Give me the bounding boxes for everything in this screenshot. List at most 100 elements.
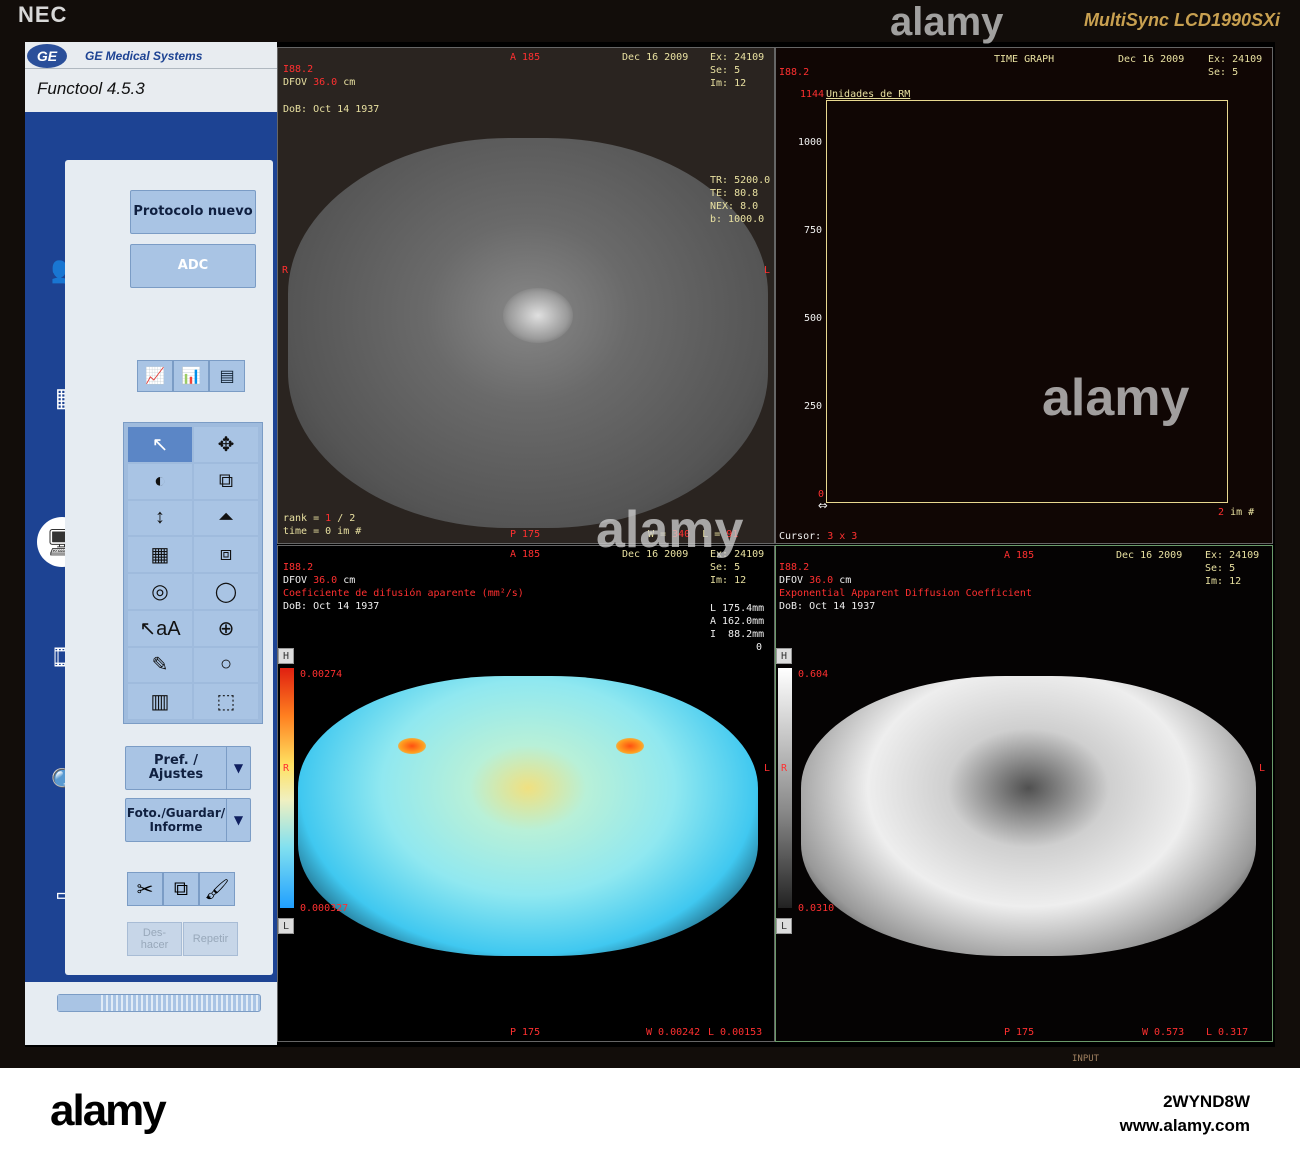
orientation-right: R [283, 763, 290, 774]
low-handle[interactable]: L [776, 918, 792, 934]
dfov-unit: cm [343, 575, 356, 586]
redo-button[interactable]: Repetir [183, 922, 238, 956]
scrollbar-thumb[interactable] [58, 995, 98, 1011]
exam-number: Ex: 24109 [1208, 54, 1263, 65]
time: time = 0 im # [283, 526, 362, 537]
roi-rectangle-icon[interactable]: ⬚ [194, 684, 258, 719]
scale-low-value: 0.0310 [798, 903, 835, 914]
time-graph-plot[interactable] [826, 100, 1228, 503]
layout-icon[interactable]: ▥ [128, 684, 192, 719]
flip-vertical-icon[interactable]: ↕ [128, 500, 192, 536]
grid-icon[interactable]: ▦ [128, 537, 192, 572]
horizontal-resize-icon[interactable]: ⇔ [818, 497, 828, 513]
left-panel: GE GE Medical Systems Functool 4.5.3 👥 ▦… [25, 42, 277, 1045]
ge-logo: GE [27, 44, 67, 68]
y-tick: 1000 [798, 137, 823, 148]
nex: NEX: 8.0 [710, 201, 759, 212]
dfov: DFOV 36.0 cm [283, 574, 355, 587]
symmetry-icon[interactable]: ◯ [194, 574, 258, 609]
cursor-size: Cursor: 3 x 3 [779, 530, 857, 543]
roi-circle-icon[interactable]: ○ [194, 647, 258, 683]
orientation-top: A 185 [510, 549, 541, 560]
dfov-unit: cm [343, 77, 356, 88]
preferences-button[interactable]: Pref. / Ajustes ▼ [125, 746, 251, 790]
cut-icon[interactable]: ✂ [127, 872, 163, 906]
high-handle[interactable]: H [776, 648, 792, 664]
orientation-bottom: P 175 [510, 529, 541, 540]
watermark: alamy [596, 501, 744, 559]
slice-location: I88.2 [779, 562, 810, 573]
measure-zero: 0 [756, 642, 763, 653]
viewport-adc-map[interactable]: H L 0.00274 0.000327 I88.2 DFOV 36.0 cm … [277, 545, 775, 1042]
slice-location: I88.2 [779, 67, 810, 78]
table-icon[interactable]: ▤ [209, 360, 245, 392]
pointer-icon[interactable]: ↖ [128, 427, 192, 462]
roi-ellipse-icon[interactable]: ⊕ [194, 610, 258, 646]
dob: DoB: Oct 14 1937 [779, 601, 876, 612]
viewport-eadc-map[interactable]: H L 0.604 0.0310 I88.2 DFOV 36.0 cm Expo… [775, 545, 1273, 1042]
zoom-region-icon[interactable]: ⧉ [194, 463, 258, 499]
view-mode-toolbar: 📈 📊 ▤ [137, 360, 245, 392]
viewport-dwi[interactable]: I88.2 DFOV 36.0 cm DoB: Oct 14 1937 A 18… [277, 47, 775, 544]
dwi-image [288, 138, 768, 528]
dfov-label: DFOV [779, 575, 804, 586]
annotate-text-icon[interactable]: ↖aA [128, 610, 192, 646]
cursor-label: Cursor: [779, 531, 822, 542]
dfov-value: 36.0 [313, 575, 338, 586]
slice-location: I88.2 [283, 562, 314, 573]
series-number: Se: 5 [710, 65, 741, 76]
rank: rank = 1 / 2 [283, 512, 355, 525]
chevron-down-icon[interactable]: ▼ [226, 799, 250, 841]
graph-title: TIME GRAPH [994, 54, 1055, 65]
roi-eye-icon[interactable]: ◎ [128, 574, 192, 609]
high-handle[interactable]: H [278, 648, 294, 664]
exam-date: Dec 16 2009 [1116, 550, 1183, 561]
hotspot [616, 738, 644, 754]
copy-icon[interactable]: ⧉ [163, 872, 199, 906]
company-name: GE Medical Systems [85, 49, 203, 63]
image-number: Im: 12 [710, 78, 747, 89]
scale-low-value: 0.000327 [300, 903, 349, 914]
hotspot [398, 738, 426, 754]
curve-graph-icon[interactable]: 📈 [137, 360, 173, 392]
exam-number: Ex: 24109 [1205, 550, 1260, 561]
dfov-value: 36.0 [313, 77, 338, 88]
orientation-right: R [282, 265, 289, 276]
freehand-draw-icon[interactable]: ✎ [128, 647, 192, 683]
y-tick: 250 [804, 401, 823, 412]
rank-value: 1 [325, 513, 332, 524]
adc-color-image [298, 676, 758, 956]
chevron-down-icon[interactable]: ▼ [226, 747, 250, 789]
horizontal-scrollbar[interactable] [57, 994, 261, 1012]
perspective-icon[interactable]: ⏶ [194, 500, 258, 536]
edit-toolbar: ✂ ⧉ 🖌 [127, 872, 235, 906]
dob: DoB: Oct 14 1937 [283, 104, 380, 115]
rank-label: rank = [283, 513, 320, 524]
new-protocol-button[interactable]: Protocolo nuevo [130, 190, 256, 234]
series-number: Se: 5 [1205, 563, 1236, 574]
adc-button[interactable]: ADC [130, 244, 256, 288]
y-max: 1144 [800, 89, 825, 100]
dfov-label: DFOV [283, 575, 308, 586]
brightness-contrast-icon[interactable]: ◐ [128, 463, 192, 499]
orientation-left: L [764, 265, 771, 276]
viewport-time-graph[interactable]: I88.2 TIME GRAPH Dec 16 2009 Ex: 24109 S… [775, 47, 1273, 544]
stock-info: 2WYND8W www.alamy.com [1120, 1090, 1250, 1138]
photo-save-report-label: Foto./Guardar/ Informe [126, 806, 226, 834]
monitor-brand: NEC [18, 2, 68, 27]
photo-save-report-button[interactable]: Foto./Guardar/ Informe ▼ [125, 798, 251, 842]
te: TE: 80.8 [710, 188, 759, 199]
paste-icon[interactable]: 🖌 [199, 872, 235, 906]
gray-scale-bar [778, 668, 792, 908]
low-handle[interactable]: L [278, 918, 294, 934]
watermark: alamy [1042, 369, 1190, 427]
undo-button[interactable]: Des- hacer [127, 922, 182, 956]
preferences-label: Pref. / Ajustes [148, 753, 204, 782]
measure-i: I 88.2mm [710, 629, 765, 640]
histogram-icon[interactable]: 📊 [173, 360, 209, 392]
x-max: 2 im # [1218, 506, 1254, 519]
compare-windows-icon[interactable]: ⧈ [194, 537, 258, 572]
move-icon[interactable]: ✥ [194, 427, 258, 462]
app-title: Functool 4.5.3 [25, 68, 277, 110]
eadc-gray-image [801, 676, 1256, 956]
